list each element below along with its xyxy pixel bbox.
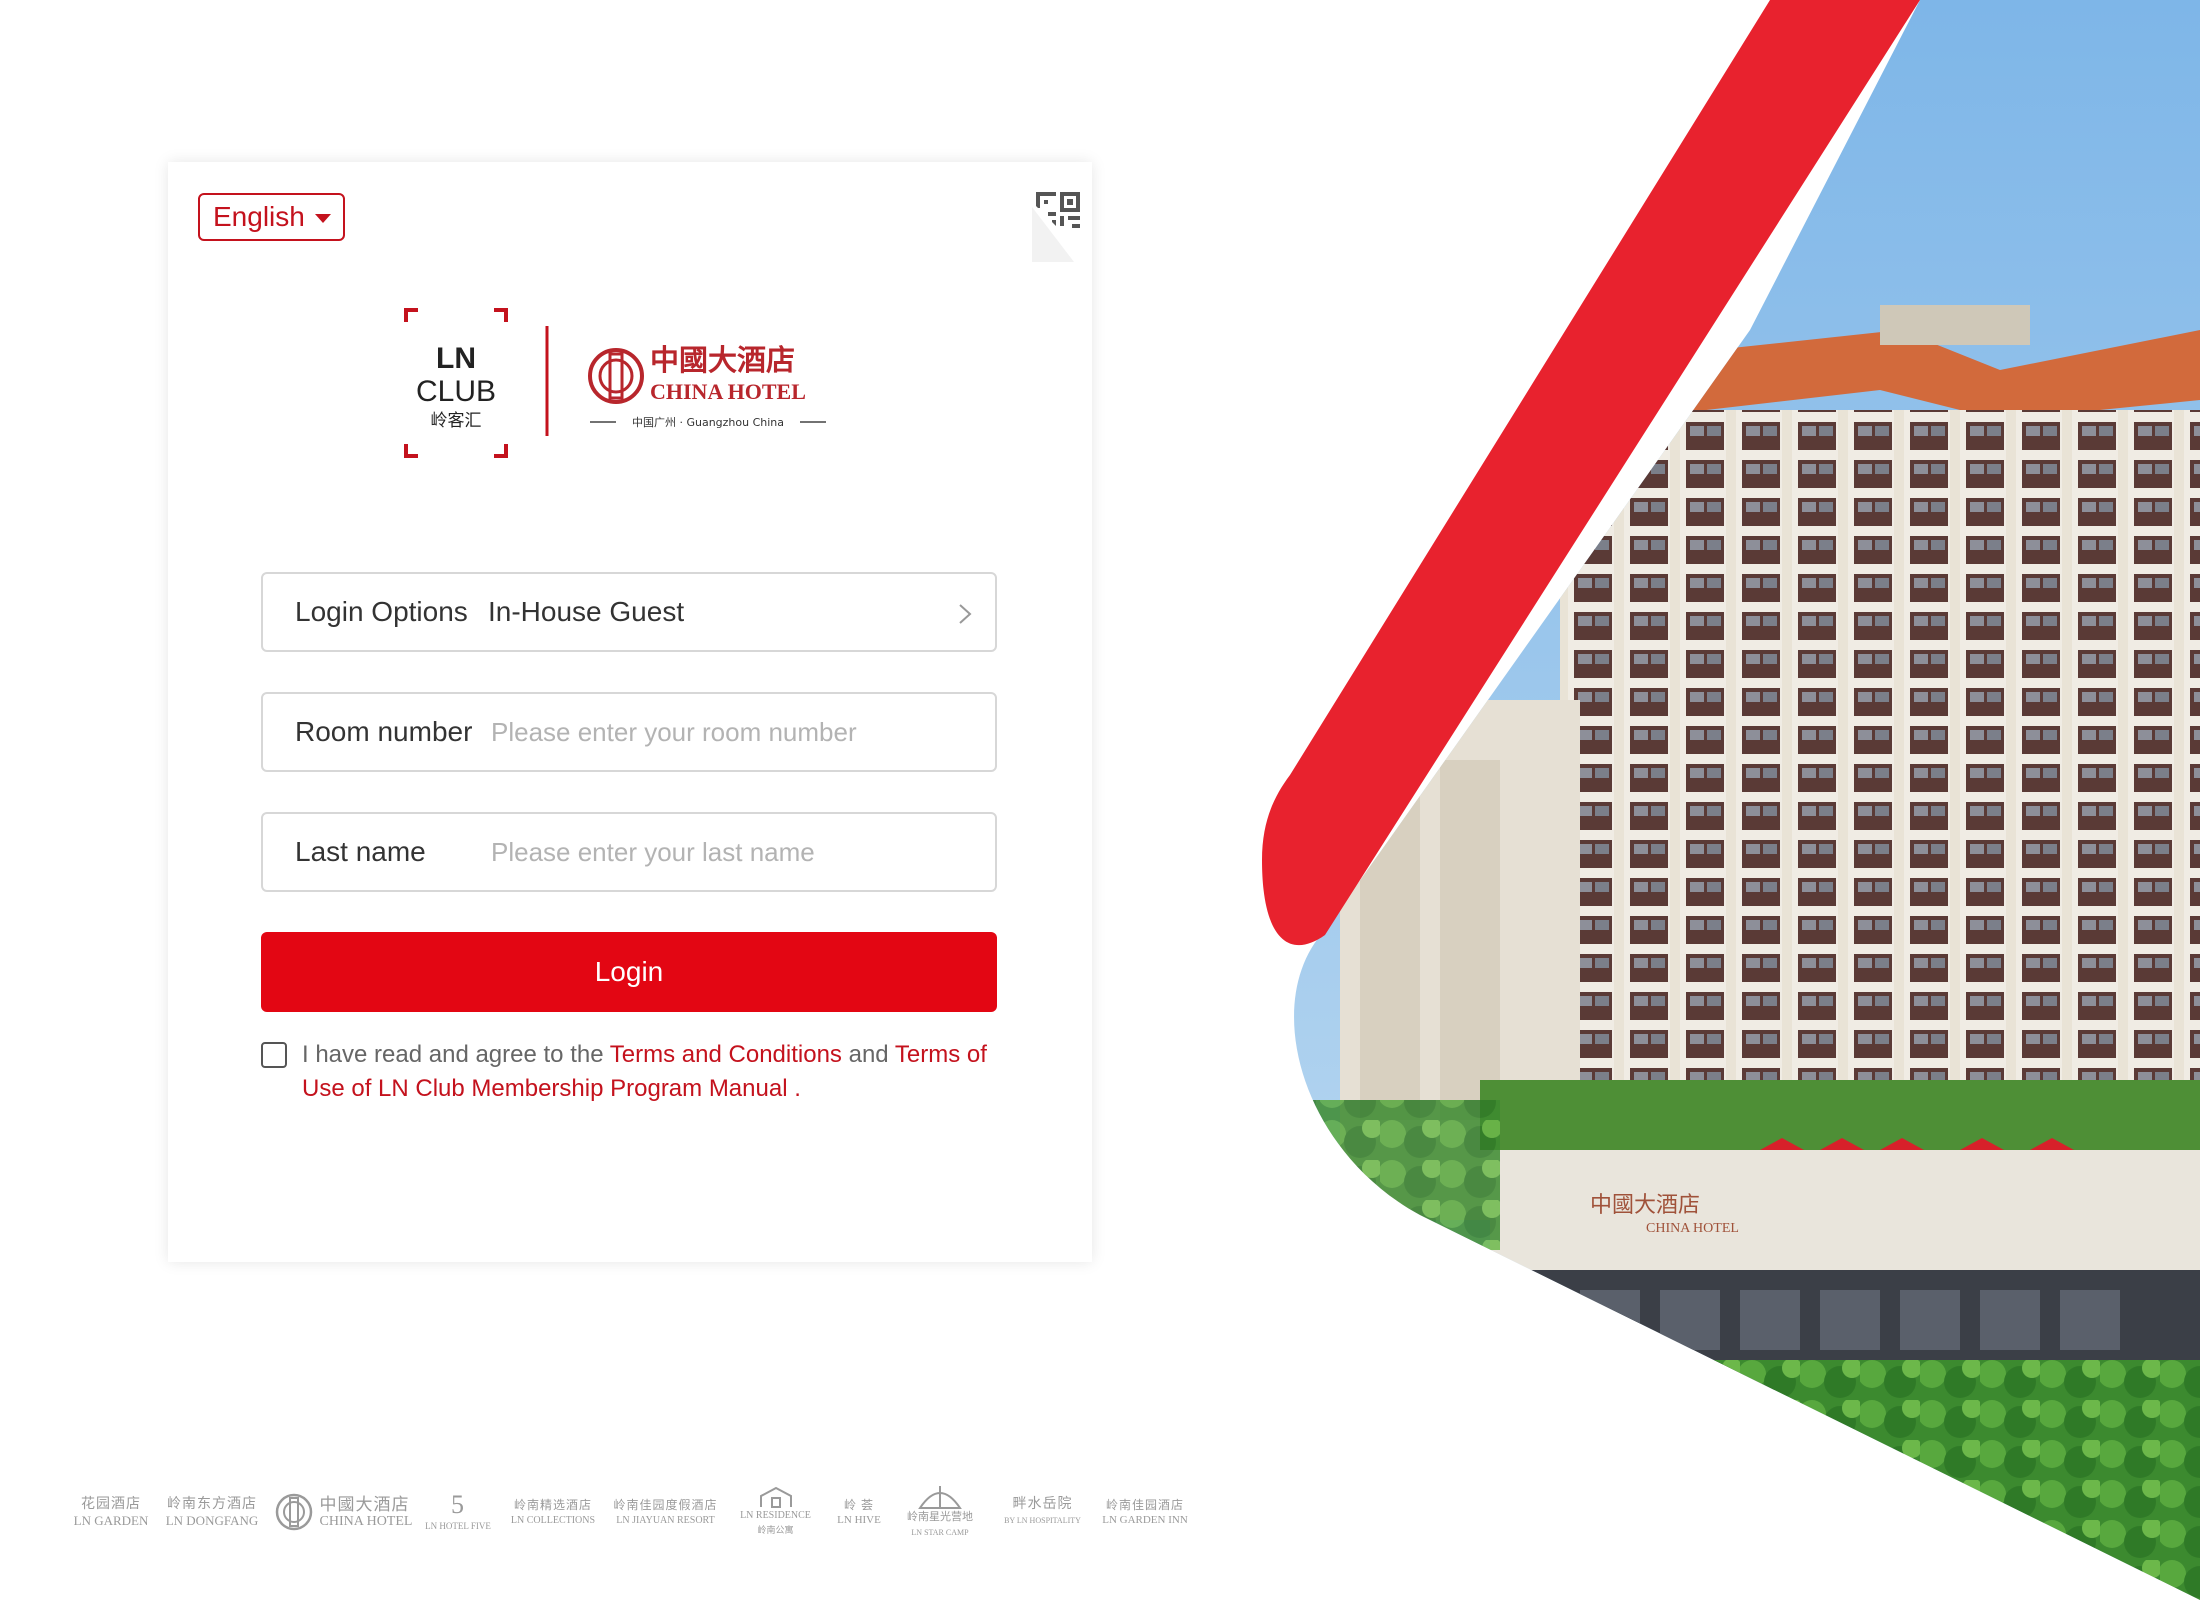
login-options-selector[interactable]: Login Options In-House Guest	[261, 572, 997, 652]
login-options-value: In-House Guest	[488, 596, 685, 627]
agreement-middle: and	[841, 1041, 895, 1068]
login-button[interactable]: Login	[261, 932, 997, 1012]
room-number-label: Room number	[295, 716, 473, 747]
terms-and-conditions-link[interactable]: Terms and Conditions	[610, 1041, 842, 1068]
svg-text:中國大酒店: 中國大酒店	[650, 343, 795, 377]
qr-code-icon	[992, 162, 1092, 262]
brand-logos: LN CLUB 岭客汇 中國大酒店 CHINA HOTEL 中国广州 · Gua…	[402, 306, 854, 478]
agreement-checkbox[interactable]	[261, 1042, 287, 1068]
svg-text:CHINA HOTEL: CHINA HOTEL	[1646, 1221, 1739, 1236]
caret-down-icon	[314, 214, 331, 223]
login-options-label: Login Options	[295, 596, 468, 627]
brand-logo: 花园酒店 LN GARDEN	[73, 1496, 149, 1528]
brand-logo: 岭南精选酒店 LN COLLECTIONS	[510, 1497, 596, 1526]
agreement-text: I have read and agree to the Terms and C…	[302, 1038, 1001, 1106]
language-label: English	[213, 201, 305, 232]
last-name-input[interactable]	[488, 814, 995, 890]
star-camp-tent-icon	[918, 1486, 962, 1509]
brand-logo: LN RESIDENCE 岭南公寓	[723, 1484, 828, 1540]
svg-text:中國大酒店: 中國大酒店	[1590, 1192, 1700, 1217]
brand-logo: 岭 荟 LN HIVE	[837, 1497, 881, 1526]
brand-logo: 岭南佳园度假酒店 LN JIAYUAN RESORT	[613, 1497, 718, 1526]
svg-text:岭客汇: 岭客汇	[431, 411, 482, 431]
brand-logo: 5 LN HOTEL FIVE	[425, 1489, 491, 1531]
agreement-row: I have read and agree to the Terms and C…	[261, 1038, 1001, 1106]
svg-text:中国广州 · Guangzhou China: 中国广州 · Guangzhou China	[632, 416, 784, 429]
chevron-right-icon	[959, 604, 972, 624]
china-hotel-emblem-icon	[275, 1493, 312, 1531]
brand-logo: 岭南星光营地 LN STAR CAMP	[890, 1484, 990, 1540]
agreement-suffix: .	[787, 1075, 801, 1102]
agreement-prefix: I have read and agree to the	[302, 1041, 610, 1068]
last-name-field: Last name	[261, 812, 997, 892]
room-number-input[interactable]	[488, 694, 995, 770]
ln-club-logo: LN CLUB 岭客汇	[402, 306, 510, 460]
brand-logo: 岭南东方酒店 LN DONGFANG	[165, 1496, 259, 1528]
svg-text:LN: LN	[436, 342, 476, 375]
qr-code-toggle[interactable]	[992, 162, 1092, 262]
language-selector[interactable]: English	[198, 193, 345, 241]
brand-logo-strip: 花园酒店 LN GARDEN 岭南东方酒店 LN DONGFANG 中國大酒店 CHI…	[66, 1484, 1196, 1540]
brand-logo: 岭南佳园酒店 LN GARDEN INN	[1102, 1497, 1188, 1526]
svg-text:CHINA HOTEL: CHINA HOTEL	[650, 379, 806, 404]
last-name-label: Last name	[295, 836, 426, 867]
residence-house-icon	[759, 1486, 792, 1508]
brand-logo: 畔水岳院 BY LN HOSPITALITY	[1004, 1496, 1081, 1525]
china-hotel-logo: 中國大酒店 CHINA HOTEL 中国广州 · Guangzhou China	[588, 343, 826, 429]
room-number-field: Room number	[261, 692, 997, 772]
brand-logo: 中國大酒店 CHINA HOTEL	[268, 1484, 418, 1540]
login-card: English LN CLUB 岭客汇 中國大酒店 CHINA HOTEL 中国…	[168, 162, 1092, 1262]
svg-text:CLUB: CLUB	[416, 375, 496, 408]
